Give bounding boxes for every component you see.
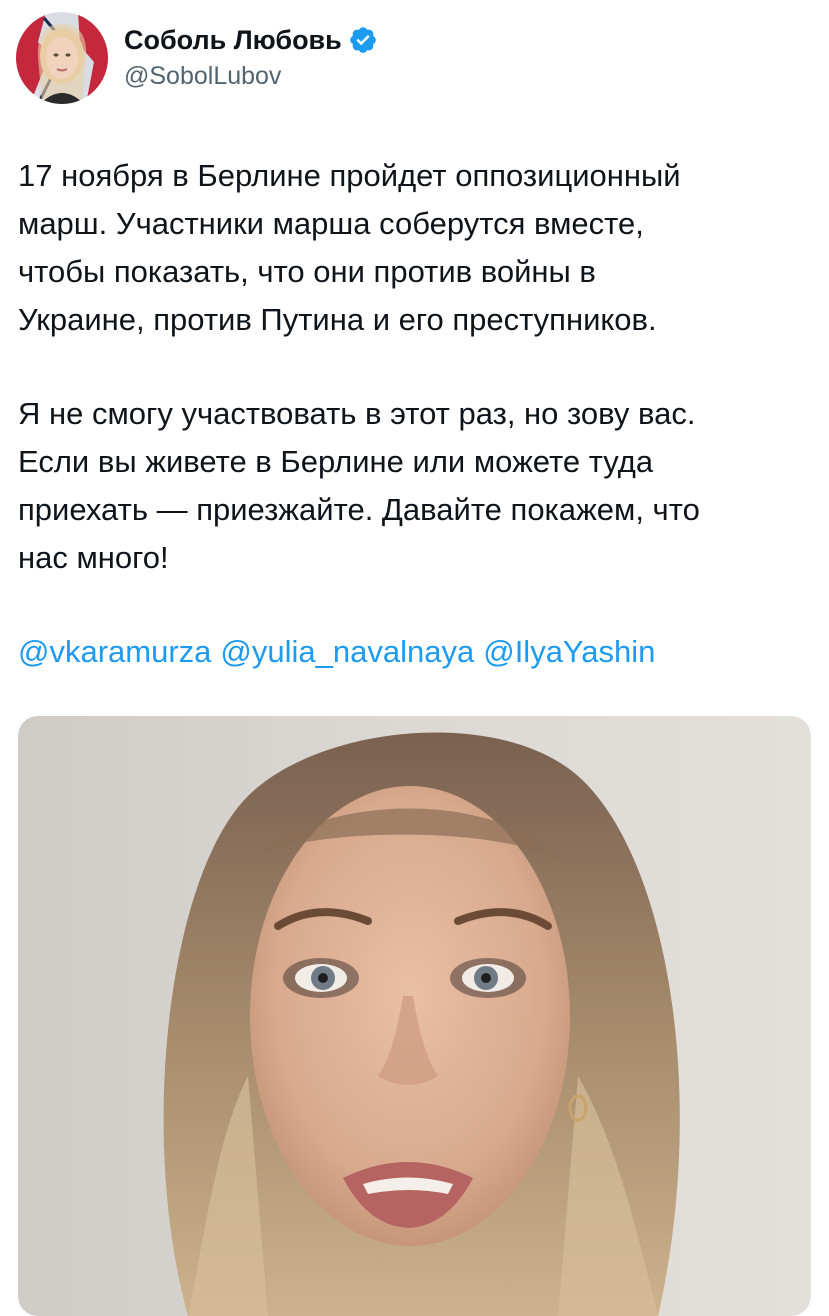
- text-line: Если вы живете в Берлине или можете туда: [18, 444, 654, 479]
- video-thumbnail-image: [18, 716, 811, 1316]
- user-info: Соболь Любовь @SobolLubov: [124, 24, 378, 91]
- verified-badge-icon: [348, 25, 378, 55]
- text-line: Украине, против Путина и его преступнико…: [18, 302, 657, 337]
- tweet-media[interactable]: [18, 716, 811, 1316]
- avatar-image: [16, 12, 108, 104]
- text-line: Я не смогу участвовать в этот раз, но зо…: [18, 396, 696, 431]
- text-line: приехать — приезжайте. Давайте покажем, …: [18, 492, 700, 527]
- tweet-paragraph: 17 ноября в Берлине пройдет оппозиционны…: [18, 152, 818, 344]
- mention-link[interactable]: @yulia_navalnaya: [220, 628, 474, 676]
- user-handle[interactable]: @SobolLubov: [124, 62, 378, 91]
- name-row: Соболь Любовь: [124, 24, 378, 56]
- avatar[interactable]: [16, 12, 108, 104]
- mention-link[interactable]: @IlyaYashin: [483, 628, 655, 676]
- text-line: нас много!: [18, 540, 169, 575]
- display-name[interactable]: Соболь Любовь: [124, 25, 342, 56]
- tweet-paragraph: Я не смогу участвовать в этот раз, но зо…: [18, 390, 818, 582]
- text-line: чтобы показать, что они против войны в: [18, 254, 596, 289]
- tweet-text: 17 ноября в Берлине пройдет оппозиционны…: [18, 152, 818, 676]
- text-line: 17 ноября в Берлине пройдет оппозиционны…: [18, 158, 681, 193]
- text-line: марш. Участники марша соберутся вместе,: [18, 206, 644, 241]
- tweet-header: Соболь Любовь @SobolLubov: [16, 10, 816, 106]
- mention-list: @vkaramurza @yulia_navalnaya @IlyaYashin: [18, 628, 818, 676]
- mention-link[interactable]: @vkaramurza: [18, 628, 211, 676]
